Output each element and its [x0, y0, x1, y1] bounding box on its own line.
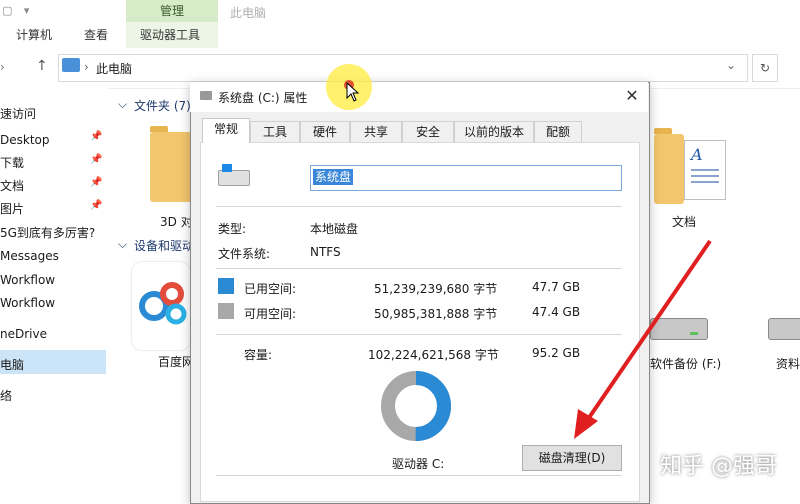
sidebar-item[interactable]: 电脑	[0, 355, 24, 375]
app-label[interactable]: 百度网	[158, 353, 194, 370]
sidebar-item[interactable]: 图片	[0, 199, 24, 219]
sidebar-item[interactable]: Desktop	[0, 130, 50, 150]
sidebar-item[interactable]: 5G到底有多厉害?	[0, 223, 95, 243]
drive-icon	[200, 91, 212, 100]
chevron-down-icon[interactable]: ⌵	[118, 97, 127, 112]
pin-icon[interactable]: 📌	[90, 154, 102, 165]
ribbon	[0, 0, 800, 49]
dialog-tab[interactable]: 常规	[202, 118, 250, 143]
type-label: 类型:	[218, 222, 247, 236]
tab-drive-tools[interactable]: 驱动器工具	[140, 26, 200, 44]
tab-computer[interactable]: 计算机	[16, 26, 52, 44]
drive-name-input[interactable]	[310, 165, 622, 191]
capacity-bytes: 102,224,621,568 字节	[368, 348, 499, 362]
folder-partial[interactable]	[654, 134, 684, 204]
disk-usage-donut	[381, 371, 451, 441]
dialog-tab[interactable]: 工具	[250, 121, 300, 142]
refresh-icon[interactable]: ↻	[752, 54, 778, 82]
sidebar-item[interactable]: 文档	[0, 176, 24, 196]
chevron-down-icon[interactable]: ⌄	[726, 58, 736, 72]
free-space-label: 可用空间:	[244, 307, 297, 321]
used-space-label: 已用空间:	[244, 282, 297, 296]
document-letter-a: A	[691, 145, 703, 164]
chevron-down-icon[interactable]: ⌵	[118, 237, 127, 252]
dialog-title: 系统盘 (C:) 属性	[218, 91, 308, 105]
drive-large-icon	[218, 170, 250, 186]
disk-cleanup-button[interactable]: 磁盘清理(D)	[522, 445, 622, 471]
sidebar-item[interactable]: Messages	[0, 246, 59, 266]
free-space-bytes: 50,985,381,888 字节	[374, 307, 498, 321]
pin-icon[interactable]: 📌	[90, 177, 102, 188]
pin-icon[interactable]: 📌	[90, 131, 102, 142]
up-arrow-icon[interactable]: ↑	[36, 58, 48, 74]
drive-name-selected-text[interactable]: 系统盘	[313, 169, 354, 185]
drive-caption: 驱动器 C:	[392, 457, 445, 471]
baidu-netdisk-icon	[139, 282, 187, 325]
forward-arrow-icon[interactable]: ›	[0, 60, 5, 74]
capacity-label: 容量:	[244, 348, 273, 362]
sidebar-item[interactable]: 下载	[0, 153, 24, 173]
baidu-app-tile[interactable]	[132, 262, 190, 350]
sidebar-item[interactable]: neDrive	[0, 324, 47, 344]
watermark: 知乎 @强哥	[660, 454, 777, 479]
dialog-tab[interactable]: 共享	[350, 121, 402, 142]
divider	[216, 475, 622, 476]
document-icon[interactable]: A	[684, 140, 726, 200]
sidebar-item[interactable]: Workflow	[0, 293, 55, 313]
devices-section-header[interactable]: 设备和驱动	[134, 237, 194, 254]
documents-folder-label[interactable]: 文档	[672, 213, 696, 230]
manage-tab-header[interactable]: 管理	[126, 0, 218, 22]
sidebar-item[interactable]: 络	[0, 386, 12, 406]
windows-logo-icon	[222, 164, 232, 172]
dialog-tab[interactable]: 硬件	[300, 121, 350, 142]
dialog-tab[interactable]: 配额	[534, 121, 582, 142]
quick-access-toolbar-icons[interactable]: ▢ ▾	[2, 4, 33, 17]
sidebar-item[interactable]: Workflow	[0, 270, 55, 290]
divider	[216, 206, 622, 207]
filesystem-value: NTFS	[310, 245, 341, 259]
pin-icon[interactable]: 📌	[90, 200, 102, 211]
dialog-tab[interactable]: 以前的版本	[454, 121, 534, 142]
arrow-shaft	[582, 239, 712, 427]
used-space-bytes: 51,239,239,680 字节	[374, 282, 498, 296]
folder-3d-objects[interactable]	[150, 132, 192, 202]
folders-section-header[interactable]: 文件夹 (7)	[134, 97, 191, 114]
window-title: 此电脑	[230, 6, 267, 20]
dialog-tab[interactable]: 安全	[402, 121, 454, 142]
breadcrumb-separator-icon[interactable]: ›	[84, 60, 89, 74]
tab-view[interactable]: 查看	[84, 26, 108, 44]
drive-other-label[interactable]: 资料	[776, 355, 800, 372]
close-icon[interactable]: ✕	[620, 85, 644, 107]
type-value: 本地磁盘	[310, 222, 359, 236]
address-bar[interactable]	[58, 54, 748, 82]
arrow-head	[574, 409, 598, 439]
breadcrumb[interactable]: 此电脑	[96, 60, 132, 77]
sidebar-item[interactable]: 速访问	[0, 104, 36, 124]
used-space-swatch	[218, 278, 234, 294]
this-pc-icon	[62, 58, 80, 72]
free-space-swatch	[218, 303, 234, 319]
annotation-arrow	[574, 239, 712, 439]
mouse-pointer-icon	[346, 82, 360, 102]
filesystem-label: 文件系统:	[218, 247, 271, 261]
hard-drive-icon[interactable]	[768, 318, 800, 340]
folder-label[interactable]: 3D 对	[160, 213, 193, 230]
